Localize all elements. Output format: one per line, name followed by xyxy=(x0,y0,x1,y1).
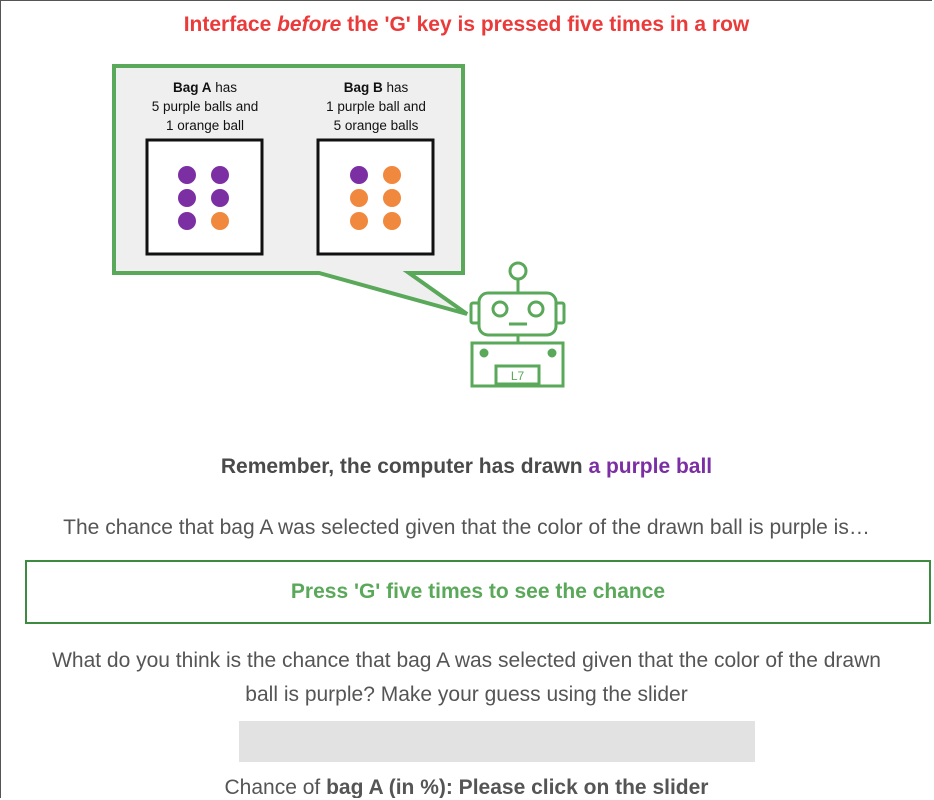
bag-a-has: has xyxy=(211,80,238,95)
guess-question-line2: ball is purple? Make your guess using th… xyxy=(245,683,688,706)
reveal-chance-label: Press 'G' five times to see the chance xyxy=(290,580,666,603)
bag-a-ball-purple xyxy=(211,166,229,184)
bag-b-line3: 5 orange balls xyxy=(333,118,419,133)
chance-label-bold: bag A (in %): Please click on the slider xyxy=(326,776,709,798)
bag-b-ball-orange xyxy=(350,189,368,207)
bag-b-description: Bag B has 1 purple ball and 5 orange bal… xyxy=(301,78,451,135)
guess-question-line1: What do you think is the chance that bag… xyxy=(52,649,881,672)
bag-a-name: Bag A xyxy=(172,80,212,95)
bag-b-box xyxy=(316,138,435,256)
bag-a-ball-purple xyxy=(178,166,196,184)
guess-slider[interactable] xyxy=(239,721,755,762)
bag-b-ball-orange xyxy=(383,166,401,184)
guess-question: What do you think is the chance that bag… xyxy=(1,644,932,712)
chance-label: Chance of bag A (in %): Please click on … xyxy=(1,776,932,798)
reminder-prefix: Remember, the computer has drawn xyxy=(220,455,589,478)
bag-b-ball-orange xyxy=(350,212,368,230)
bag-a-ball-purple xyxy=(211,189,229,207)
bag-b-ball-purple xyxy=(350,166,368,184)
chance-statement: The chance that bag A was selected given… xyxy=(63,516,870,539)
bag-a-box xyxy=(145,138,264,256)
bag-b-name: Bag B xyxy=(343,80,383,95)
robot-label: L7 xyxy=(511,369,525,383)
chance-label-prefix: Chance of xyxy=(224,776,327,798)
bag-illustration: L7 xyxy=(112,64,566,388)
bag-b-has: has xyxy=(382,80,409,95)
bag-a-ball-orange xyxy=(211,212,229,230)
bag-b-line2: 1 purple ball and xyxy=(326,99,426,114)
bag-a-line2: 5 purple balls and xyxy=(151,99,259,114)
reveal-chance-button[interactable]: Press 'G' five times to see the chance xyxy=(25,560,931,624)
bag-b-ball-orange xyxy=(383,212,401,230)
screen: Interface before the 'G' key is pressed … xyxy=(0,0,932,798)
robot-icon xyxy=(469,261,566,388)
bag-a-ball-purple xyxy=(178,189,196,207)
reminder-highlight: a purple ball xyxy=(588,455,713,478)
bag-a-ball-purple xyxy=(178,212,196,230)
bag-a-description: Bag A has 5 purple balls and 1 orange ba… xyxy=(130,78,280,135)
bag-b-ball-orange xyxy=(383,189,401,207)
drawn-ball-reminder: Remember, the computer has drawn a purpl… xyxy=(1,455,932,479)
bag-a-line3: 1 orange ball xyxy=(165,118,245,133)
